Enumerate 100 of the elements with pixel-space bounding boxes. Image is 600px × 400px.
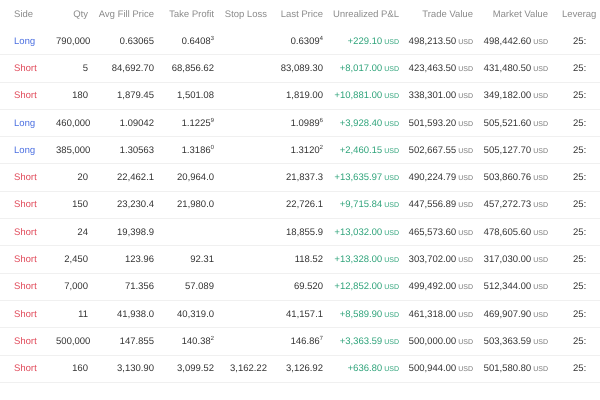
table-cell: 469,907.90 <box>484 308 532 320</box>
table-cell: 503,860.76 <box>484 172 532 184</box>
table-cell: 1,879.45 <box>117 90 154 102</box>
side-label: Short <box>14 199 37 210</box>
table-cell: 19,398.9 <box>117 226 154 238</box>
table-cell: 25: <box>573 90 586 102</box>
table-cell: 25: <box>573 172 586 184</box>
side-label: Short <box>14 254 37 266</box>
side-label: Short <box>14 308 37 320</box>
side-label: Short <box>14 172 37 184</box>
column-header[interactable]: Trade Value <box>399 8 473 20</box>
table-cell: 71.356 <box>124 281 154 292</box>
side-label: Short <box>14 226 37 238</box>
table-cell: 22,726.1 <box>286 199 323 210</box>
column-header[interactable]: Leverag <box>548 8 596 20</box>
table-cell: 1.30563 <box>120 144 154 156</box>
table-cell: 3,099.52 <box>177 363 214 374</box>
side-label: Short <box>14 90 37 102</box>
table-cell: 3,162.22 <box>230 363 267 374</box>
table-cell: 21,980.0 <box>177 199 214 210</box>
table-cell: 140.38$^{2}$ <box>182 336 214 347</box>
pnl-value: +10,881.00 <box>334 90 382 102</box>
table-cell: 0.6309$^{4}$ <box>290 36 323 47</box>
table-cell: 500,000 <box>56 336 90 347</box>
table-cell: 512,344.00 <box>484 281 532 292</box>
table-cell: 83,089.30 <box>280 62 323 74</box>
table-cell: 0.6408$^{3}$ <box>182 36 214 47</box>
table-cell: 18,855.9 <box>286 226 323 238</box>
column-header[interactable]: Market Value <box>473 8 548 20</box>
table-cell: 505,521.60 <box>484 118 532 129</box>
column-header[interactable]: Stop Loss <box>214 8 267 20</box>
table-cell: 460,000 <box>56 118 90 129</box>
side-label: Short <box>14 281 37 292</box>
table-cell: 150 <box>72 199 88 210</box>
table-cell: 3,126.92 <box>286 363 323 374</box>
table-cell: 22,462.1 <box>117 172 154 184</box>
table-cell: 25: <box>573 226 586 238</box>
table-cell: 1.1225$^{9}$ <box>182 118 214 129</box>
pnl-value: +3,363.59 <box>340 336 382 347</box>
table-cell: 20,964.0 <box>177 172 214 184</box>
pnl-value: +229.10 <box>348 36 382 47</box>
table-cell: 1,819.00 <box>286 90 323 102</box>
table-cell: 24 <box>77 226 88 238</box>
table-cell: 5 <box>82 62 88 74</box>
pnl-value: +8,017.00 <box>340 62 382 74</box>
table-cell: 447,556.89 <box>408 199 456 210</box>
table-cell: 147.855 <box>120 336 154 347</box>
table-cell: 303,702.00 <box>408 254 456 266</box>
table-cell: 25: <box>573 199 586 210</box>
table-cell: 25: <box>573 254 586 266</box>
table-cell: 338,301.00 <box>408 90 456 102</box>
pnl-value: +9,715.84 <box>340 199 382 210</box>
table-cell: 1.3120$^{2}$ <box>290 144 323 156</box>
side-label: Short <box>14 363 37 374</box>
table-cell: 502,667.55 <box>408 144 456 156</box>
table-cell: 180 <box>72 90 88 102</box>
table-cell: 1.3186$^{0}$ <box>182 144 214 156</box>
pnl-value: +8,589.90 <box>340 308 382 320</box>
table-cell: 478,605.60 <box>484 226 532 238</box>
table-cell: 2,450 <box>64 254 88 266</box>
table-cell: 461,318.00 <box>408 308 456 320</box>
table-cell: 0.63065 <box>120 36 154 47</box>
column-header[interactable]: Avg Fill Price <box>88 8 154 20</box>
table-cell: 123.96 <box>124 254 154 266</box>
table-cell: 40,319.0 <box>177 308 214 320</box>
column-header[interactable]: Qty <box>56 8 88 20</box>
column-header[interactable]: Side <box>0 8 56 20</box>
side-label: Long <box>14 36 36 47</box>
table-cell: 69.520 <box>294 281 323 292</box>
table-cell: 41,157.1 <box>286 308 323 320</box>
table-cell: 349,182.00 <box>484 90 532 102</box>
table-cell: 1.09042 <box>120 118 154 129</box>
table-cell: 490,224.79 <box>408 172 456 184</box>
side-label: Long <box>14 118 36 129</box>
table-cell: 25: <box>573 62 586 74</box>
table-cell: 501,580.80 <box>484 363 532 374</box>
side-label: Short <box>14 336 37 347</box>
table-cell: 465,573.60 <box>408 226 456 238</box>
table-cell: 146.86$^{7}$ <box>290 336 323 347</box>
table-cell: 21,837.3 <box>286 172 323 184</box>
pnl-value: +13,635.97 <box>334 172 382 184</box>
table-cell: 25: <box>573 36 586 47</box>
table-cell: 84,692.70 <box>112 62 154 74</box>
table-cell: 501,593.20 <box>408 118 456 129</box>
table-cell: 385,000 <box>56 144 90 156</box>
table-cell: 25: <box>573 118 586 129</box>
table-cell: 505,127.70 <box>484 144 532 156</box>
pnl-value: +13,328.00 <box>334 254 382 266</box>
column-header[interactable]: Take Profit <box>154 8 214 20</box>
table-cell: 11 <box>78 308 88 320</box>
column-header[interactable]: Last Price <box>267 8 323 20</box>
table-cell: 25: <box>573 144 586 156</box>
table-cell: 500,944.00 <box>408 363 456 374</box>
pnl-value: +13,032.00 <box>334 226 382 238</box>
table-cell: 503,363.59 <box>484 336 532 347</box>
table-cell: 25: <box>573 281 586 292</box>
table-cell: 92.31 <box>190 254 214 266</box>
column-header[interactable]: Unrealized P&L <box>323 8 399 20</box>
table-cell: 431,480.50 <box>484 62 532 74</box>
pnl-value: +2,460.15 <box>340 144 382 156</box>
